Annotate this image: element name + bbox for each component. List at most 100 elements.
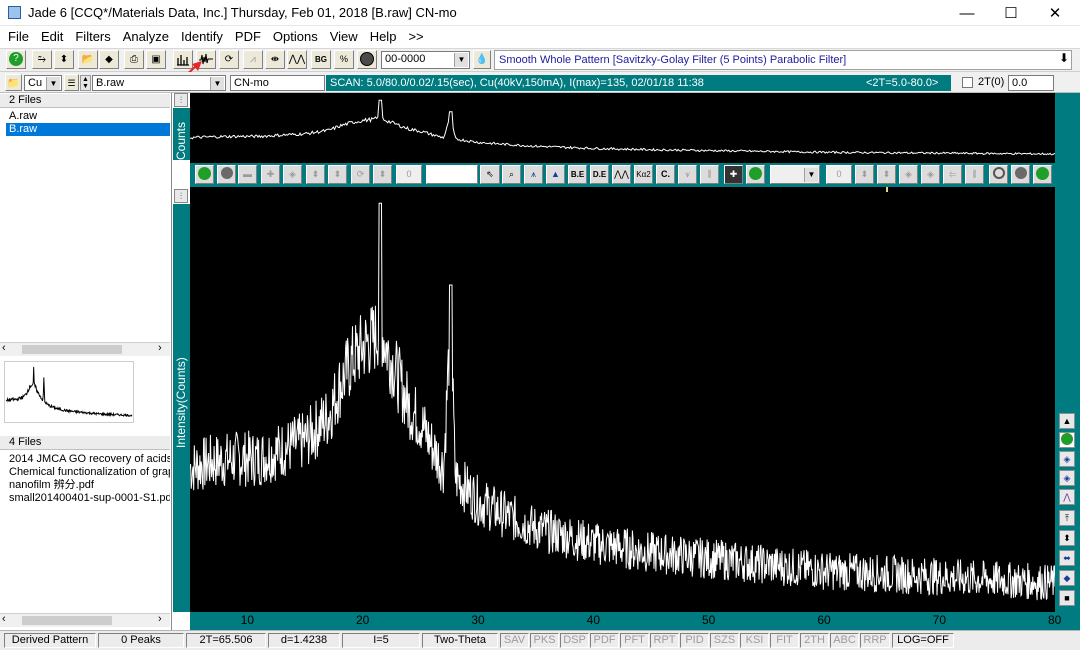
menu-pdf[interactable]: PDF bbox=[235, 29, 261, 44]
flag-rpt[interactable]: RPT bbox=[650, 633, 679, 648]
plot-vertical3-icon[interactable]: ⬍ bbox=[373, 165, 392, 184]
chevron-down-icon[interactable]: ▼ bbox=[46, 77, 60, 90]
side-compress-icon[interactable]: ◈ bbox=[1059, 451, 1075, 467]
flag-pid[interactable]: PID bbox=[680, 633, 709, 648]
peak-disabled-icon[interactable]: ⩛ bbox=[678, 165, 697, 184]
chevron-down-icon[interactable]: ▼ bbox=[454, 53, 468, 67]
print-icon[interactable]: ⎙ bbox=[124, 50, 144, 69]
flag-pks[interactable]: PKS bbox=[530, 633, 559, 648]
noise-pattern-icon[interactable]: ⩘ bbox=[243, 50, 263, 69]
doc-item[interactable]: 2014 JMCA GO recovery of acids.p bbox=[6, 453, 170, 466]
scroll-thumb[interactable] bbox=[22, 345, 122, 354]
side-help-icon[interactable] bbox=[1059, 432, 1075, 448]
menu-analyze[interactable]: Analyze bbox=[123, 29, 169, 44]
flag-rrp[interactable]: RRP bbox=[860, 633, 890, 648]
pattern-transfer-icon[interactable]: ⥲ bbox=[32, 50, 52, 69]
c-icon[interactable]: C. bbox=[656, 165, 675, 184]
file-item-b-selected[interactable]: B.raw bbox=[6, 123, 170, 136]
flag-pft[interactable]: PFT bbox=[620, 633, 649, 648]
plot-bars-icon[interactable]: ⫼ bbox=[965, 165, 984, 184]
plot-blank-field[interactable] bbox=[426, 165, 478, 184]
menu-view[interactable]: View bbox=[330, 29, 358, 44]
side-top-icon[interactable]: ⤒ bbox=[1059, 510, 1075, 526]
plot-zero-field[interactable]: 0 bbox=[396, 165, 422, 184]
flag-sav[interactable]: SAV bbox=[500, 633, 529, 648]
main-plot[interactable] bbox=[190, 187, 1055, 612]
diamond-icon[interactable]: ◆ bbox=[99, 50, 119, 69]
background-icon[interactable]: BG bbox=[311, 50, 331, 69]
folder-icon[interactable]: 📁 bbox=[5, 74, 22, 91]
open-folder-icon[interactable]: 📂 bbox=[78, 50, 98, 69]
side-expand-icon[interactable]: ◈ bbox=[1059, 470, 1075, 486]
plot-vertical4-icon[interactable]: ⬍ bbox=[855, 165, 874, 184]
overview-plot[interactable] bbox=[190, 93, 1055, 163]
files-horizontal-scrollbar[interactable]: ‹ › bbox=[0, 342, 170, 356]
plot-minus-icon[interactable]: ▬ bbox=[238, 165, 257, 184]
collapse-arrow-icon[interactable]: ⬇ bbox=[1056, 51, 1072, 65]
plot-record2-icon[interactable] bbox=[1011, 165, 1030, 184]
drop-icon[interactable]: 💧 bbox=[473, 50, 491, 69]
pattern-name-field[interactable]: CN-mo bbox=[230, 75, 325, 91]
scroll-left-icon[interactable]: ‹ bbox=[2, 613, 6, 625]
plot-vertical-icon[interactable]: ⬍ bbox=[306, 165, 325, 184]
globe-icon[interactable] bbox=[357, 50, 377, 69]
close-button[interactable]: ✕ bbox=[1032, 0, 1078, 26]
target-icon[interactable] bbox=[989, 165, 1008, 184]
peaks-icon[interactable]: ⋀⋀ bbox=[287, 50, 307, 69]
file-select[interactable]: B.raw ▼ bbox=[92, 75, 226, 91]
peaks-fill-icon[interactable]: ▲ bbox=[546, 165, 565, 184]
plot-help2-icon[interactable] bbox=[746, 165, 765, 184]
doc-item[interactable]: Chemical functionalization of graph bbox=[6, 466, 170, 479]
menu-file[interactable]: File bbox=[8, 29, 29, 44]
menu-edit[interactable]: Edit bbox=[41, 29, 63, 44]
scroll-thumb[interactable] bbox=[22, 616, 112, 625]
magnifier-icon[interactable]: ⌕ bbox=[502, 165, 521, 184]
plot-compress2-icon[interactable]: ◈ bbox=[899, 165, 918, 184]
help-icon[interactable]: ? bbox=[6, 50, 26, 69]
chevron-down-icon[interactable]: ▼ bbox=[804, 168, 818, 182]
scroll-right-icon[interactable]: › bbox=[158, 342, 162, 354]
doc-item[interactable]: nanofilm 辨分.pdf bbox=[6, 479, 170, 492]
scroll-right-icon[interactable]: › bbox=[158, 613, 162, 625]
peak-pair-icon[interactable]: ⋀⋀ bbox=[612, 165, 631, 184]
docs-horizontal-scrollbar[interactable]: ‹ › bbox=[0, 613, 170, 627]
menu-filters[interactable]: Filters bbox=[75, 29, 110, 44]
plot-help3-icon[interactable] bbox=[1033, 165, 1052, 184]
plot-compress-icon[interactable]: ◈ bbox=[283, 165, 302, 184]
grid-icon[interactable]: ✚ bbox=[724, 165, 743, 184]
percent-icon[interactable]: % bbox=[334, 50, 354, 69]
plot-select[interactable]: ▼ bbox=[770, 165, 820, 184]
list-icon[interactable]: ☰ bbox=[64, 74, 79, 91]
plot-record-icon[interactable] bbox=[217, 165, 236, 184]
doc-item[interactable]: small201400401-sup-0001-S1.pdf bbox=[6, 492, 170, 505]
side-stop-icon[interactable]: ■ bbox=[1059, 590, 1075, 606]
status-axis[interactable]: Two-Theta bbox=[422, 633, 498, 648]
plot-toggle-icon[interactable]: ⫶ bbox=[174, 189, 188, 203]
flag-pdf[interactable]: PDF bbox=[590, 633, 619, 648]
bars-disabled-icon[interactable]: ⫼ bbox=[700, 165, 719, 184]
menu-help[interactable]: Help bbox=[370, 29, 397, 44]
twotheta-input[interactable]: 0.0 bbox=[1008, 75, 1054, 91]
plot-refresh-icon[interactable]: ⟳ bbox=[351, 165, 370, 184]
plot-expand-icon[interactable]: ◈ bbox=[921, 165, 940, 184]
ka2-icon[interactable]: Kα2 bbox=[634, 165, 653, 184]
minimize-button[interactable]: — bbox=[944, 0, 990, 26]
refresh-icon[interactable]: ⟳ bbox=[219, 50, 239, 69]
twotheta-checkbox[interactable] bbox=[962, 77, 973, 88]
flag-ksi[interactable]: KSI bbox=[740, 633, 769, 648]
scroll-left-icon[interactable]: ‹ bbox=[2, 342, 6, 354]
flag-szs[interactable]: SZS bbox=[710, 633, 739, 648]
side-diamond-icon[interactable]: ◆ bbox=[1059, 570, 1075, 586]
plot-plus-icon[interactable]: ✚ bbox=[261, 165, 280, 184]
plot-zero-field-2[interactable]: 0 bbox=[826, 165, 852, 184]
file-item-a[interactable]: A.raw bbox=[6, 110, 170, 123]
menu-more[interactable]: >> bbox=[408, 29, 423, 44]
side-up-icon[interactable]: ▲ bbox=[1059, 413, 1075, 429]
pattern-select[interactable]: 00-0000 ▼ bbox=[381, 51, 470, 69]
side-leftright-icon[interactable]: ⬌ bbox=[1059, 550, 1075, 566]
cursor-z-icon[interactable]: ⇖ bbox=[480, 165, 500, 184]
chevron-down-icon[interactable]: ▼ bbox=[210, 77, 224, 90]
menu-identify[interactable]: Identify bbox=[181, 29, 223, 44]
expand-icon[interactable]: ⇼ bbox=[265, 50, 285, 69]
plot-help-icon[interactable] bbox=[195, 165, 214, 184]
